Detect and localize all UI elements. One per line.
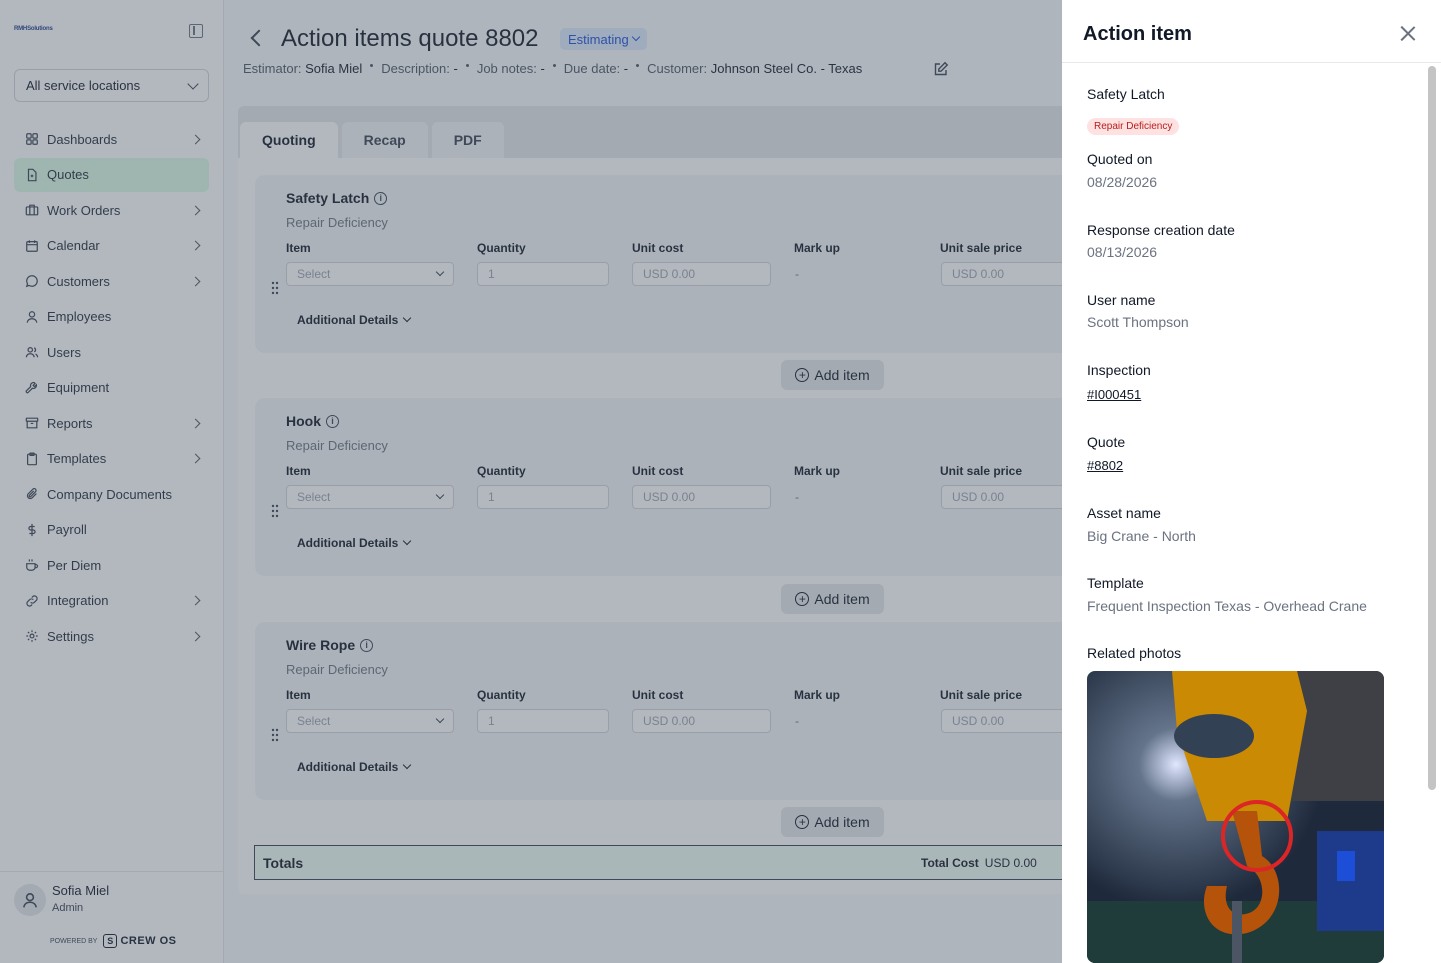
inspection-label: Inspection	[1087, 362, 1151, 378]
deficiency-badge: Repair Deficiency	[1087, 118, 1180, 135]
response-date-value: 08/13/2026	[1087, 244, 1158, 260]
asset-name-value: Big Crane - North	[1087, 528, 1196, 544]
drawer-title: Action item	[1083, 23, 1192, 45]
response-date-label: Response creation date	[1087, 222, 1235, 238]
user-name-value: Scott Thompson	[1087, 314, 1189, 330]
drawer-scrollbar[interactable]	[1428, 66, 1436, 790]
inspection-link[interactable]: #I000451	[1087, 387, 1141, 402]
related-photos-label: Related photos	[1087, 645, 1182, 661]
modal-backdrop[interactable]	[0, 0, 1062, 963]
template-label: Template	[1087, 575, 1144, 591]
drawer-header: Action item	[1062, 0, 1441, 63]
asset-name-label: Asset name	[1087, 505, 1161, 521]
quoted-on-label: Quoted on	[1087, 151, 1153, 167]
close-icon[interactable]	[1400, 26, 1415, 41]
related-photo[interactable]	[1087, 671, 1384, 963]
quote-label: Quote	[1087, 434, 1126, 450]
quote-link[interactable]: #8802	[1087, 458, 1123, 473]
item-name: Safety Latch	[1087, 86, 1165, 102]
quoted-on-value: 08/28/2026	[1087, 174, 1158, 190]
template-value: Frequent Inspection Texas - Overhead Cra…	[1087, 598, 1367, 614]
user-name-label: User name	[1087, 292, 1156, 308]
